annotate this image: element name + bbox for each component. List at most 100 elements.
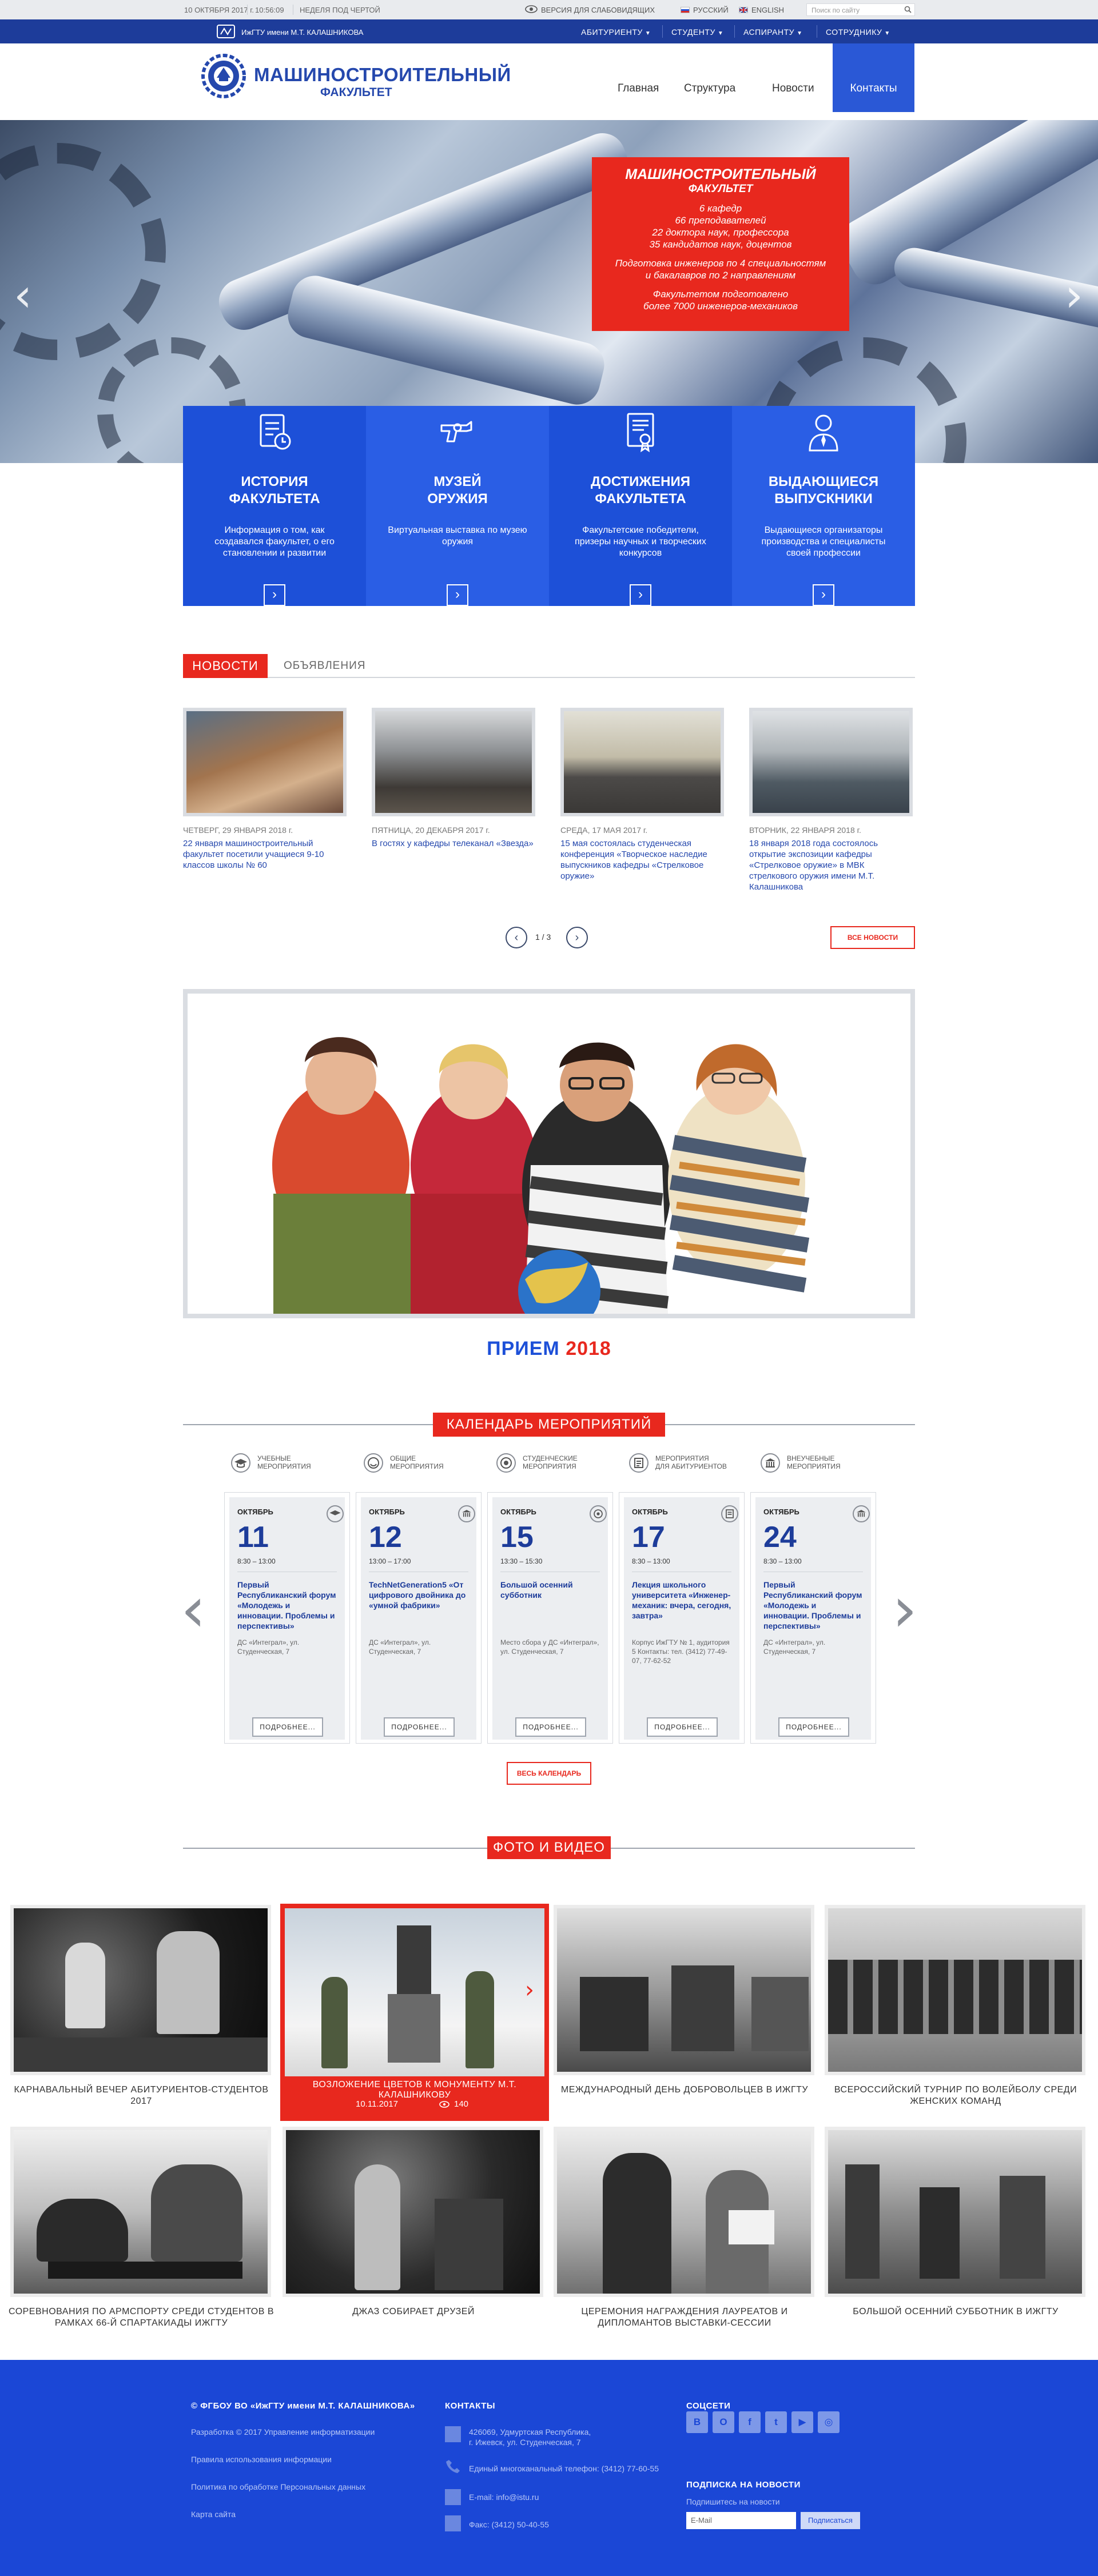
chevron-left-icon[interactable]: ‹ xyxy=(506,927,527,948)
chevron-right-icon[interactable]: › xyxy=(566,927,588,948)
tab-news[interactable]: НОВОСТИ xyxy=(183,654,268,678)
news-headline[interactable]: 22 января машиностроительный факультет п… xyxy=(183,838,347,871)
news-item[interactable]: ПЯТНИЦА, 20 ДЕКАБРЯ 2017 г. В гостях у к… xyxy=(372,708,535,849)
full-calendar-button[interactable]: ВЕСЬ КАЛЕНДАРЬ xyxy=(507,1762,591,1785)
chevron-right-icon[interactable]: › xyxy=(630,584,651,606)
gallery-photo[interactable] xyxy=(10,2127,271,2297)
tile-history[interactable]: ИСТОРИЯ ФАКУЛЬТЕТА Информация о том, как … xyxy=(183,406,366,606)
event-card[interactable]: ОКТЯБРЬ 17 8:30 – 13:00 Лекция школьного… xyxy=(619,1492,745,1744)
tile-achievements[interactable]: ДОСТИЖЕНИЯ ФАКУЛЬТЕТА Факультетские побед… xyxy=(549,406,732,606)
event-title[interactable]: Лекция школьного университета «Инженер-м… xyxy=(632,1580,733,1621)
gallery-photo[interactable] xyxy=(554,2127,814,2297)
tile-graduates[interactable]: ВЫДАЮЩИЕСЯ ВЫПУСКНИКИ Выдающиеся организа… xyxy=(732,406,915,606)
event-more-button[interactable]: ПОДРОБНЕЕ... xyxy=(252,1717,323,1737)
event-title[interactable]: Первый Республиканский форум «Молодежь и… xyxy=(237,1580,338,1631)
news-item[interactable]: СРЕДА, 17 МАЯ 2017 г. 15 мая состоялась … xyxy=(560,708,724,882)
event-more-button[interactable]: ПОДРОБНЕЕ... xyxy=(778,1717,849,1737)
event-title[interactable]: Первый Республиканский форум «Молодежь и… xyxy=(763,1580,864,1631)
university-logo-icon[interactable] xyxy=(216,24,236,39)
gallery-caption[interactable]: ДЖАЗ СОБИРАЕТ ДРУЗЕЙ xyxy=(279,2306,548,2318)
nav-staff[interactable]: СОТРУДНИКУ ▼ xyxy=(826,27,890,37)
news-item[interactable]: ВТОРНИК, 22 ЯНВАРЯ 2018 г. 18 января 201… xyxy=(749,708,913,892)
odnoklassniki-icon[interactable]: О xyxy=(713,2411,734,2433)
event-card[interactable]: ОКТЯБРЬ 11 8:30 – 13:00 Первый Республик… xyxy=(224,1492,350,1744)
news-headline[interactable]: 18 января 2018 года состоялось открытие … xyxy=(749,838,913,892)
footer-email[interactable]: E-mail: info@istu.ru xyxy=(469,2493,539,2502)
gallery-caption[interactable]: БОЛЬШОЙ ОСЕННИЙ СУББОТНИК В ИЖГТУ xyxy=(821,2306,1090,2318)
news-photo[interactable] xyxy=(749,708,913,816)
calendar-prev-arrow[interactable]: ‹ xyxy=(181,1578,206,1641)
youtube-icon[interactable]: ▶ xyxy=(791,2411,813,2433)
event-card[interactable]: ОКТЯБРЬ 15 13:30 – 15:30 Большой осенний… xyxy=(487,1492,613,1744)
category-general[interactable]: ОБЩИЕ МЕРОПРИЯТИЯ xyxy=(364,1452,478,1475)
news-headline[interactable]: 15 мая состоялась студенческая конференц… xyxy=(560,838,724,882)
gallery-caption[interactable]: ЦЕРЕМОНИЯ НАГРАЖДЕНИЯ ЛАУРЕАТОВ И ДИПЛОМ… xyxy=(550,2306,819,2329)
chevron-right-icon[interactable]: › xyxy=(264,584,285,606)
category-educational[interactable]: УЧЕБНЫЕ МЕРОПРИЯТИЯ xyxy=(231,1452,345,1475)
menu-home[interactable]: Главная xyxy=(618,82,659,95)
gallery-photo[interactable] xyxy=(554,1905,814,2075)
twitter-icon[interactable]: t xyxy=(765,2411,787,2433)
gallery-photo[interactable] xyxy=(283,2127,543,2297)
gallery-caption[interactable]: ВСЕРОССИЙСКИЙ ТУРНИР ПО ВОЛЕЙБОЛУ СРЕДИ … xyxy=(821,2084,1090,2107)
news-headline[interactable]: В гостях у кафедры телеканал «Звезда» xyxy=(372,838,535,849)
footer-link[interactable]: Разработка © 2017 Управление информатиза… xyxy=(191,2427,375,2437)
nav-student[interactable]: СТУДЕНТУ ▼ xyxy=(671,27,723,37)
chevron-right-icon[interactable]: › xyxy=(813,584,834,606)
lang-en-link[interactable]: ENGLISH xyxy=(751,6,784,14)
chevron-right-icon[interactable]: › xyxy=(447,584,468,606)
chevron-right-icon[interactable]: › xyxy=(525,1977,534,2003)
instagram-icon[interactable]: ◎ xyxy=(818,2411,840,2433)
event-more-button[interactable]: ПОДРОБНЕЕ... xyxy=(384,1717,455,1737)
subscribe-button[interactable]: Подписаться xyxy=(801,2512,860,2529)
event-more-button[interactable]: ПОДРОБНЕЕ... xyxy=(515,1717,586,1737)
graduation-cap-icon xyxy=(327,1505,344,1522)
event-title[interactable]: Большой осенний субботник xyxy=(500,1580,601,1600)
category-student[interactable]: СТУДЕНЧЕСКИЕ МЕРОПРИЯТИЯ xyxy=(496,1452,611,1475)
nav-applicant[interactable]: АБИТУРИЕНТУ ▼ xyxy=(581,27,651,37)
category-extracurricular[interactable]: ВНЕУЧЕБНЫЕ МЕРОПРИЯТИЯ xyxy=(761,1452,875,1475)
search-icon[interactable] xyxy=(904,6,912,15)
menu-structure[interactable]: Структура xyxy=(684,82,735,95)
menu-contacts[interactable]: Контакты xyxy=(833,43,914,112)
email-field[interactable]: E-Mail xyxy=(686,2512,796,2529)
event-title[interactable]: TechNetGeneration5 «От цифрового двойник… xyxy=(369,1580,470,1610)
admission-banner[interactable] xyxy=(183,989,915,1318)
vk-icon[interactable]: В xyxy=(686,2411,708,2433)
event-card[interactable]: ОКТЯБРЬ 24 8:30 – 13:00 Первый Республик… xyxy=(750,1492,876,1744)
university-name[interactable]: ИжГТУ имени М.Т. КАЛАШНИКОВА xyxy=(241,28,363,37)
gallery-caption[interactable]: КАРНАВАЛЬНЫЙ ВЕЧЕР АБИТУРИЕНТОВ-СТУДЕНТО… xyxy=(7,2084,276,2107)
facebook-icon[interactable]: f xyxy=(739,2411,761,2433)
news-photo[interactable] xyxy=(560,708,724,816)
event-card[interactable]: ОКТЯБРЬ 12 13:00 – 17:00 TechNetGenerati… xyxy=(356,1492,482,1744)
news-item[interactable]: ЧЕТВЕРГ, 29 ЯНВАРЯ 2018 г. 22 января маш… xyxy=(183,708,347,871)
faculty-emblem-icon[interactable] xyxy=(200,53,247,99)
gallery-photo[interactable] xyxy=(825,2127,1085,2297)
hero-next-arrow[interactable]: › xyxy=(1065,269,1083,322)
footer-link[interactable]: Правила использования информации xyxy=(191,2455,332,2464)
low-vision-link[interactable]: ВЕРСИЯ ДЛЯ СЛАБОВИДЯЩИХ xyxy=(541,6,655,14)
nav-postgraduate[interactable]: АСПИРАНТУ ▼ xyxy=(743,27,802,37)
hero-prev-arrow[interactable]: ‹ xyxy=(14,269,32,322)
gallery-caption[interactable]: ВОЗЛОЖЕНИЕ ЦВЕТОВ К МОНУМЕНТУ М.Т. КАЛАШ… xyxy=(285,2080,544,2100)
news-photo[interactable] xyxy=(372,708,535,816)
all-news-button[interactable]: ВСЕ НОВОСТИ xyxy=(830,926,915,949)
tile-museum[interactable]: МУЗЕЙ ОРУЖИЯ Виртуальная выставка по музе… xyxy=(366,406,549,606)
category-applicants[interactable]: МЕРОПРИЯТИЯ ДЛЯ АБИТУРИЕНТОВ xyxy=(629,1452,743,1475)
gallery-photo-featured[interactable]: › ВОЗЛОЖЕНИЕ ЦВЕТОВ К МОНУМЕНТУ М.Т. КАЛ… xyxy=(280,1904,549,2121)
footer-link[interactable]: Политика по обработке Персональных данны… xyxy=(191,2482,365,2491)
gallery-photo[interactable] xyxy=(10,1905,271,2075)
footer-link[interactable]: Карта сайта xyxy=(191,2510,236,2519)
tab-announcements[interactable]: ОБЪЯВЛЕНИЯ xyxy=(284,660,365,672)
news-photo[interactable] xyxy=(183,708,347,816)
gallery-caption[interactable]: СОРЕВНОВАНИЯ ПО АРМСПОРТУ СРЕДИ СТУДЕНТО… xyxy=(7,2306,276,2329)
search-input[interactable]: Поиск по сайту xyxy=(806,3,915,16)
gallery-photo[interactable] xyxy=(825,1905,1085,2075)
menu-news[interactable]: Новости xyxy=(772,82,814,95)
event-place: ДС «Интеграл», ул. Студенческая, 7 xyxy=(369,1638,431,1656)
gallery-caption[interactable]: МЕЖДУНАРОДНЫЙ ДЕНЬ ДОБРОВОЛЬЦЕВ В ИЖГТУ xyxy=(550,2084,819,2096)
lang-ru-link[interactable]: РУССКИЙ xyxy=(693,6,729,14)
event-more-button[interactable]: ПОДРОБНЕЕ... xyxy=(647,1717,718,1737)
calendar-next-arrow[interactable]: › xyxy=(892,1578,917,1641)
phone-icon xyxy=(445,2458,461,2474)
